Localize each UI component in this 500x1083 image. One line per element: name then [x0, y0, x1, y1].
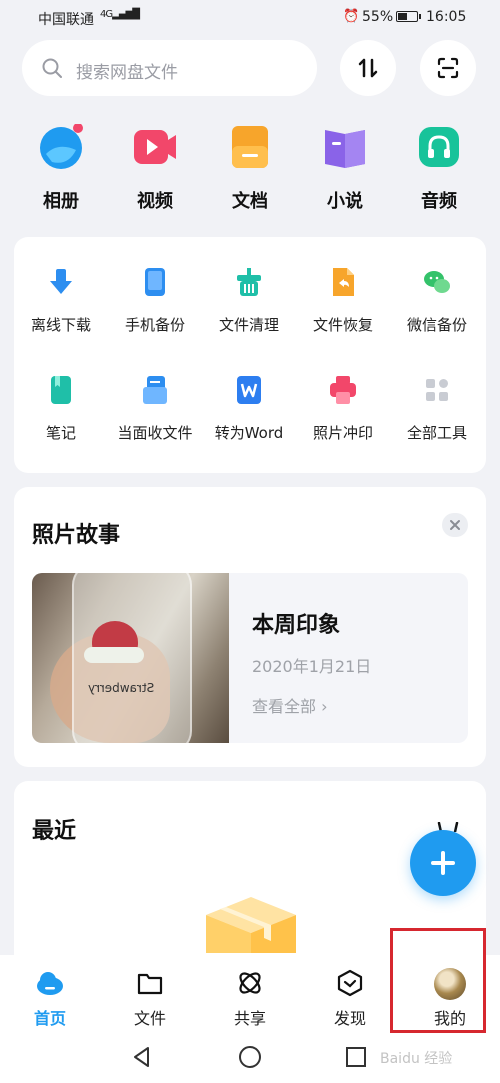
back-icon[interactable] — [130, 1045, 154, 1069]
category-label: 文档 — [232, 191, 268, 212]
category-label: 音频 — [421, 191, 457, 212]
story-photo: Strawberry — [32, 573, 229, 743]
empty-box-icon — [206, 897, 296, 953]
search-placeholder: 搜索网盘文件 — [76, 63, 178, 83]
nav-discover[interactable]: 发现 — [300, 955, 400, 1043]
nav-label: 发现 — [333, 1009, 366, 1028]
photo-story-card: 照片故事 Strawberry 本周印象 2020年1月21日 查看全部 › — [14, 487, 486, 767]
tool-label: 离线下载 — [30, 316, 91, 334]
photo-text: Strawberry — [88, 681, 155, 695]
view-all-label: 查看全部 — [252, 697, 317, 716]
nav-label: 首页 — [33, 1009, 66, 1028]
word-icon — [237, 376, 261, 404]
carrier-name: 中国联通 — [38, 12, 94, 28]
nav-label: 文件 — [133, 1009, 166, 1028]
scan-icon — [437, 57, 459, 79]
network-type: 4G — [100, 9, 113, 20]
video-icon — [134, 130, 176, 164]
alarm-icon: ⏰ — [343, 9, 360, 24]
story-date: 2020年1月21日 — [252, 657, 372, 676]
novel-icon — [325, 130, 365, 168]
phone-backup-icon — [145, 268, 165, 296]
status-bar: 中国联通 4G▂▄▆█ ⏰ 55% 16:05 — [0, 0, 500, 34]
tool-label: 文件清理 — [218, 316, 279, 334]
all-tools-icon — [426, 379, 448, 401]
transfer-arrows-icon — [358, 58, 378, 78]
share-icon — [239, 972, 261, 994]
close-icon — [450, 520, 460, 530]
strawberry-leaf — [84, 647, 144, 663]
print-icon — [330, 376, 356, 404]
story-headline: 本周印象 — [252, 613, 341, 638]
tool-label: 手机备份 — [124, 316, 185, 334]
tool-label: 笔记 — [45, 424, 76, 442]
audio-icon — [419, 127, 459, 167]
photo-story-title: 照片故事 — [32, 523, 121, 548]
tools-card: 离线下载 手机备份 文件清理 文件恢复 微信备份 笔记 当面收文件 转为Word… — [14, 237, 486, 473]
annotation-highlight-box — [390, 928, 486, 1033]
category-label: 视频 — [137, 191, 173, 212]
home-icon[interactable] — [238, 1045, 262, 1069]
receive-file-icon — [143, 376, 167, 404]
document-icon — [232, 126, 268, 168]
nav-files[interactable]: 文件 — [100, 955, 200, 1043]
tool-label: 转为Word — [214, 424, 284, 442]
download-icon — [50, 269, 72, 294]
tool-label: 全部工具 — [406, 424, 467, 442]
recent-title: 最近 — [32, 819, 77, 844]
home-cloud-icon — [37, 972, 63, 995]
nav-label: 共享 — [233, 1009, 266, 1028]
search-input[interactable]: 搜索网盘文件 — [22, 40, 317, 96]
tool-label: 照片冲印 — [312, 424, 373, 442]
nav-home[interactable]: 首页 — [0, 955, 100, 1043]
note-icon — [51, 376, 71, 404]
tool-label: 当面收文件 — [117, 424, 193, 442]
chevron-right-icon: › — [321, 697, 328, 716]
photo-story-item[interactable]: Strawberry 本周印象 2020年1月21日 查看全部 › — [32, 573, 468, 743]
battery-icon — [396, 11, 421, 22]
signal-indicator: 4G▂▄▆█ — [100, 9, 140, 20]
watermark: Baidu 经验 — [380, 1051, 453, 1067]
view-all-link[interactable]: 查看全部 › — [252, 693, 328, 717]
clock: 16:05 — [426, 9, 467, 25]
scan-button[interactable] — [420, 40, 476, 96]
album-icon — [40, 124, 83, 169]
category-label: 小说 — [327, 191, 363, 212]
battery-percent: 55% — [362, 9, 394, 25]
restore-icon — [333, 268, 354, 296]
recents-icon[interactable] — [344, 1045, 368, 1069]
nav-share[interactable]: 共享 — [200, 955, 300, 1043]
tool-label: 微信备份 — [406, 316, 467, 334]
discover-icon — [337, 969, 363, 997]
close-button[interactable] — [442, 513, 468, 537]
add-button[interactable] — [410, 830, 476, 896]
battery-level — [398, 13, 408, 20]
search-icon — [42, 58, 62, 78]
category-label: 相册 — [43, 191, 79, 212]
wechat-icon — [424, 271, 450, 293]
clean-icon — [237, 268, 261, 296]
transfer-button[interactable] — [340, 40, 396, 96]
tool-label: 文件恢复 — [312, 316, 373, 334]
category-row: 相册 视频 文档 小说 音频 — [0, 124, 500, 219]
folder-icon — [137, 973, 163, 995]
